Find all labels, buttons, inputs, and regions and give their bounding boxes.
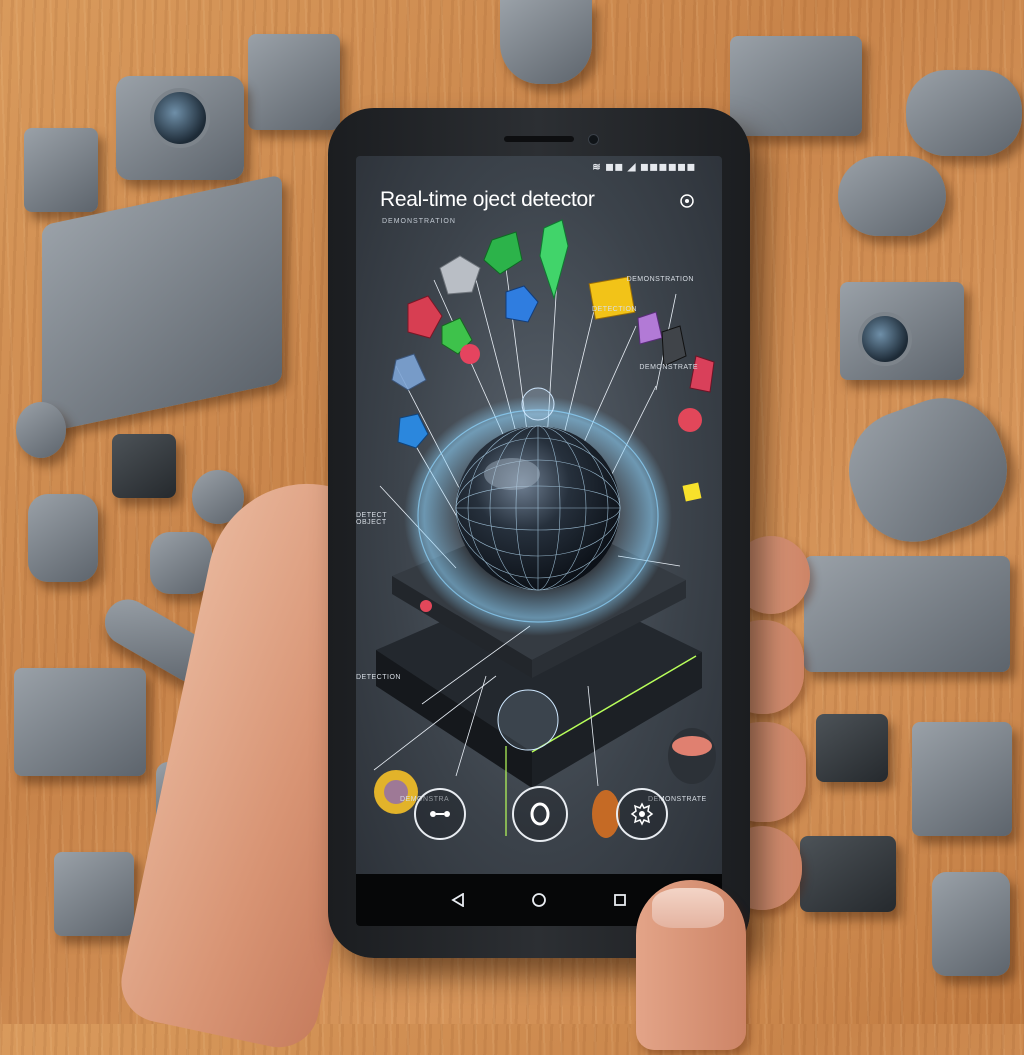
gear-icon [630, 802, 654, 826]
back-icon [451, 893, 464, 907]
glass-bubble [521, 387, 555, 421]
callout-label: DEMONSTRATE [639, 364, 698, 371]
gem-blue [505, 285, 539, 323]
cylinder-part [500, 0, 592, 84]
front-camera [588, 134, 599, 145]
gem-grey [439, 255, 481, 295]
recents-button[interactable] [608, 888, 632, 912]
gem-crystal [391, 353, 427, 391]
module-part [54, 852, 134, 936]
heatsink-part [112, 434, 176, 498]
camera-lens [858, 312, 912, 366]
gem-pink-ball [460, 344, 480, 364]
back-button[interactable] [446, 888, 470, 912]
home-button[interactable] [527, 888, 551, 912]
cylinder-part [932, 872, 1010, 976]
app-subtitle: DEMONSTRATION [382, 218, 456, 225]
camera-part [14, 668, 146, 776]
module-part [24, 128, 98, 212]
sphere-highlight [484, 458, 540, 490]
gem-red-tiny [420, 600, 432, 612]
camera-part [730, 36, 862, 136]
detected-cup-rim [672, 736, 712, 756]
gem-yellow-small [682, 482, 702, 502]
chip-part [800, 836, 896, 912]
gem-magenta [689, 355, 715, 393]
box-part [248, 34, 340, 130]
status-bar: ≋ ◼︎◼ ◢ ◼◼◼◼◼◼ [592, 162, 696, 173]
tube-part [838, 156, 946, 236]
capture-button[interactable] [512, 786, 568, 842]
glass-bubble [497, 689, 559, 751]
home-icon [532, 893, 546, 907]
board-part [42, 174, 282, 434]
gem-red-ball [678, 408, 702, 432]
callout-label: DETECT OBJECT [356, 512, 387, 526]
callout-label: DEMONSTRATION [626, 276, 694, 283]
connector-part [150, 532, 212, 594]
gem-dark [661, 325, 687, 367]
bracket-part [804, 556, 1010, 672]
earpiece [504, 136, 574, 142]
knob-part [16, 402, 66, 458]
app-title: Real-time oject detector [380, 188, 595, 211]
gem-red [407, 295, 443, 339]
lens-part [906, 70, 1022, 156]
cylinder-part [28, 494, 98, 582]
recents-icon [614, 894, 626, 906]
capture-icon [530, 802, 550, 826]
gem-green-light [539, 219, 569, 300]
connect-icon [430, 811, 450, 817]
action-buttons [356, 786, 722, 848]
gem-purple [637, 311, 663, 345]
app-screen: ≋ ◼︎◼ ◢ ◼◼◼◼◼◼ Real-time oject detector … [356, 156, 722, 926]
connect-button[interactable] [414, 788, 466, 840]
speaker-cone [150, 88, 210, 148]
thumb-nail [652, 888, 724, 928]
callout-label: DETECTION [356, 674, 401, 681]
smartphone: ≋ ◼︎◼ ◢ ◼◼◼◼◼◼ Real-time oject detector … [328, 108, 750, 958]
chip-part [816, 714, 888, 782]
barrel-part [832, 381, 1024, 559]
action-cam-part [912, 722, 1012, 836]
gem-green [483, 231, 523, 275]
settings-button[interactable] [616, 788, 668, 840]
info-icon[interactable] [678, 192, 696, 210]
callout-label: DETECTION [592, 306, 637, 313]
